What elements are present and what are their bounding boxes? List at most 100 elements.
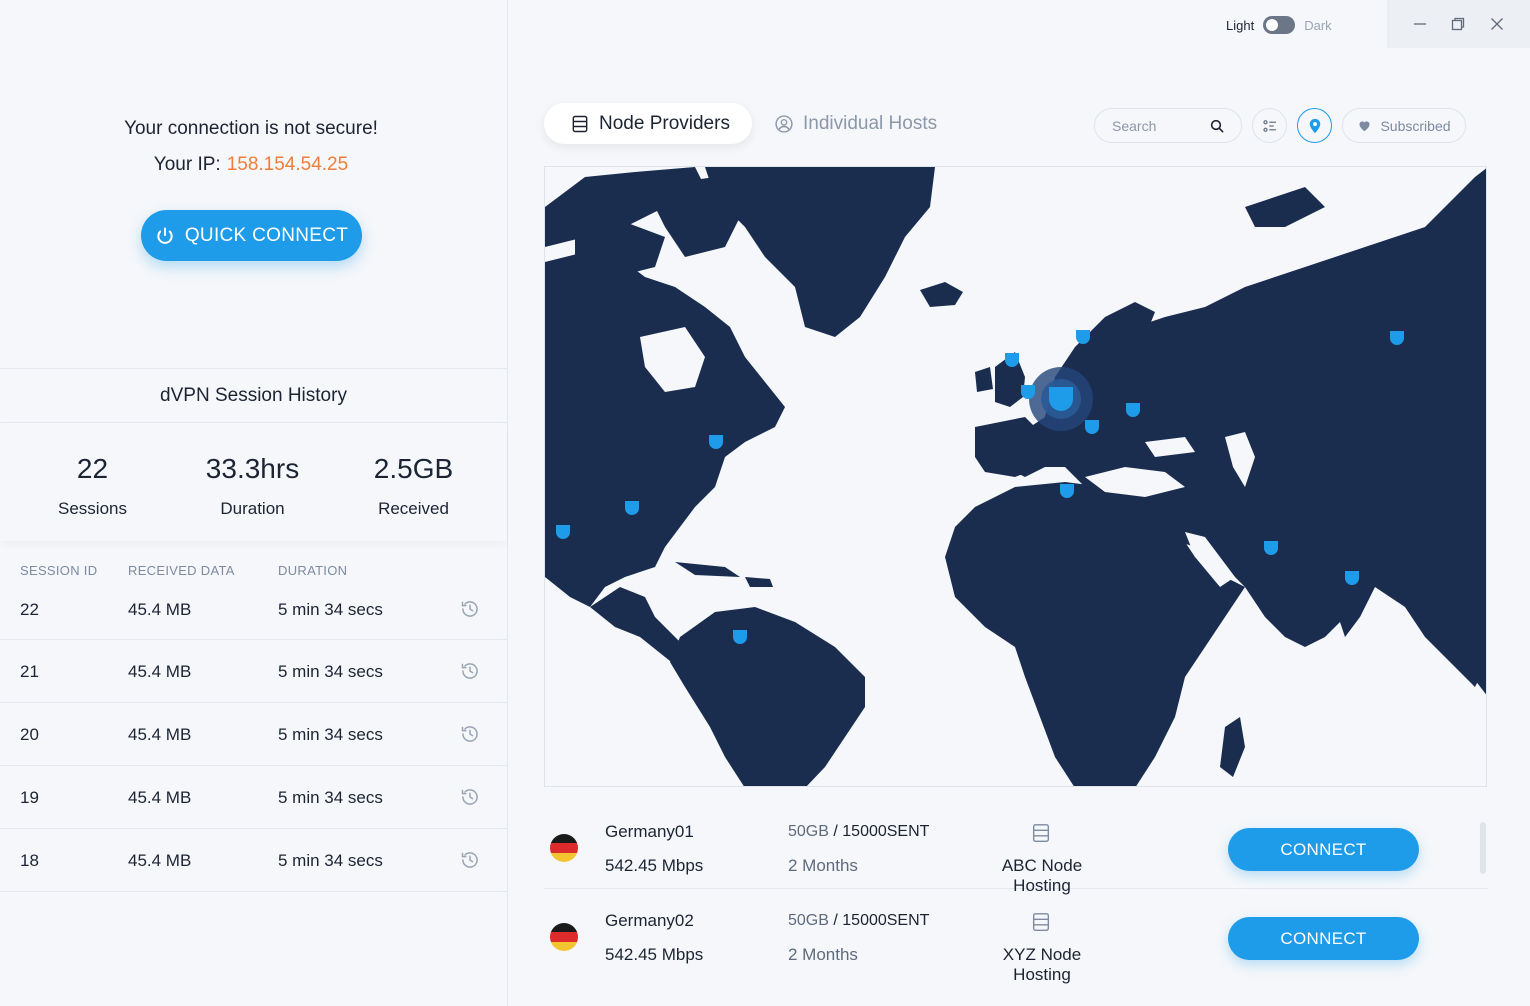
ip-label: Your IP: [153,154,221,175]
theme-toggle[interactable] [1263,16,1296,34]
search-icon[interactable] [1209,118,1225,134]
col-duration: DURATION [278,563,348,578]
history-icon[interactable] [460,787,480,807]
node-speed: 542.45 Mbps [605,856,704,875]
col-session-id: SESSION ID [20,563,98,578]
node-speed: 542.45 Mbps [605,945,704,964]
node-duration: 2 Months [788,856,858,875]
node-plan-gb: 50GB [788,912,829,929]
history-icon[interactable] [460,599,480,619]
pin-selected[interactable] [1049,387,1073,411]
right-panel: Light Dark Node Providers Individual Hos… [508,0,1530,1006]
list-icon [1262,119,1276,132]
pin[interactable] [1126,403,1140,417]
pin[interactable] [709,435,723,449]
cell-duration: 5 min 34 secs [278,725,383,744]
stat-label: Received [378,499,449,518]
server-icon [572,115,588,132]
node-list: Germany01 542.45 Mbps 50GB / 15000SENT 2… [544,800,1488,984]
pin[interactable] [1390,331,1404,345]
server-icon [1032,913,1050,931]
location-pin-icon [1309,118,1320,133]
cell-session-id: 21 [20,662,39,681]
cell-session-id: 19 [20,788,39,807]
search-placeholder: Search [1112,117,1157,134]
connection-warning: Your connection is not secure! [124,118,378,139]
history-icon[interactable] [460,850,480,870]
session-history-title: dVPN Session History [0,368,507,423]
cell-duration: 5 min 34 secs [278,662,383,681]
search-input[interactable]: Search [1094,108,1242,143]
tab-label: Node Providers [599,112,730,134]
pin[interactable] [625,501,639,515]
stat-value: 22 [76,453,109,484]
pin[interactable] [733,630,747,644]
server-icon [1032,824,1050,842]
pin[interactable] [556,525,570,539]
stat-received: 2.5GB Received [320,423,507,541]
tab-individual-hosts[interactable]: Individual Hosts [774,103,937,144]
cell-received-data: 45.4 MB [128,600,192,619]
pin[interactable] [1345,571,1359,585]
node-plan-price: 15000SENT [842,823,930,840]
connect-button[interactable]: CONNECT [1228,828,1419,871]
stat-label: Sessions [58,499,127,518]
pin[interactable] [1076,330,1090,344]
pin[interactable] [1085,420,1099,434]
pin[interactable] [1021,385,1035,399]
map-view-button[interactable] [1297,108,1332,143]
table-row: 22 45.4 MB 5 min 34 secs [0,578,507,640]
user-circle-icon [775,114,793,133]
land-masses [545,167,1486,786]
list-item: Germany01 542.45 Mbps 50GB / 15000SENT 2… [544,800,1488,895]
restore-icon[interactable] [1450,16,1466,32]
node-list-scrollbar[interactable] [1480,822,1486,874]
quick-connect-label: QUICK CONNECT [184,224,349,246]
theme-switch: Light Dark [1226,16,1332,34]
stat-sessions: 22 Sessions [0,423,185,541]
germany-flag-icon [550,923,578,951]
node-plan-gb: 50GB [788,823,829,840]
subscribed-button[interactable]: Subscribed [1342,108,1466,143]
cell-received-data: 45.4 MB [128,725,192,744]
cell-session-id: 18 [20,851,39,870]
tab-node-providers[interactable]: Node Providers [544,103,752,144]
list-view-button[interactable] [1252,108,1287,143]
node-duration: 2 Months [788,945,858,964]
table-row: 20 45.4 MB 5 min 34 secs [0,703,507,766]
table-row: 21 45.4 MB 5 min 34 secs [0,640,507,703]
pin[interactable] [1060,484,1074,498]
node-plan-price: 15000SENT [842,912,930,929]
heart-icon [1359,121,1370,132]
history-icon[interactable] [460,661,480,681]
node-name: Germany02 [605,911,694,930]
cell-received-data: 45.4 MB [128,662,192,681]
cell-received-data: 45.4 MB [128,851,192,870]
left-panel: Your connection is not secure! Your IP: 1… [0,0,508,1006]
stat-value: 2.5GB [373,453,454,484]
node-name: Germany01 [605,822,694,841]
quick-connect-button[interactable]: QUICK CONNECT [141,210,362,261]
world-map-graphic [545,167,1486,786]
world-map[interactable] [544,166,1487,787]
cell-received-data: 45.4 MB [128,788,192,807]
stat-duration: 33.3hrs Duration [185,423,320,541]
germany-flag-icon [550,834,578,862]
pin[interactable] [1005,353,1019,367]
theme-light-label: Light [1226,17,1255,33]
pin[interactable] [1264,541,1278,555]
stat-label: Duration [220,499,285,518]
history-icon[interactable] [460,724,480,744]
cell-session-id: 20 [20,725,39,744]
list-item: Germany02 542.45 Mbps 50GB / 15000SENT 2… [544,889,1488,984]
node-plan: 50GB / 15000SENT [788,912,930,929]
node-host: XYZ Node Hosting [1002,945,1082,984]
minimize-icon[interactable] [1412,16,1428,32]
col-received-data: RECEIVED DATA [128,563,235,578]
window-controls [1387,0,1530,48]
table-row: 18 45.4 MB 5 min 34 secs [0,829,507,892]
connect-button[interactable]: CONNECT [1228,917,1419,960]
cell-duration: 5 min 34 secs [278,851,383,870]
close-icon[interactable] [1489,16,1505,32]
subscribed-label: Subscribed [1380,117,1451,134]
